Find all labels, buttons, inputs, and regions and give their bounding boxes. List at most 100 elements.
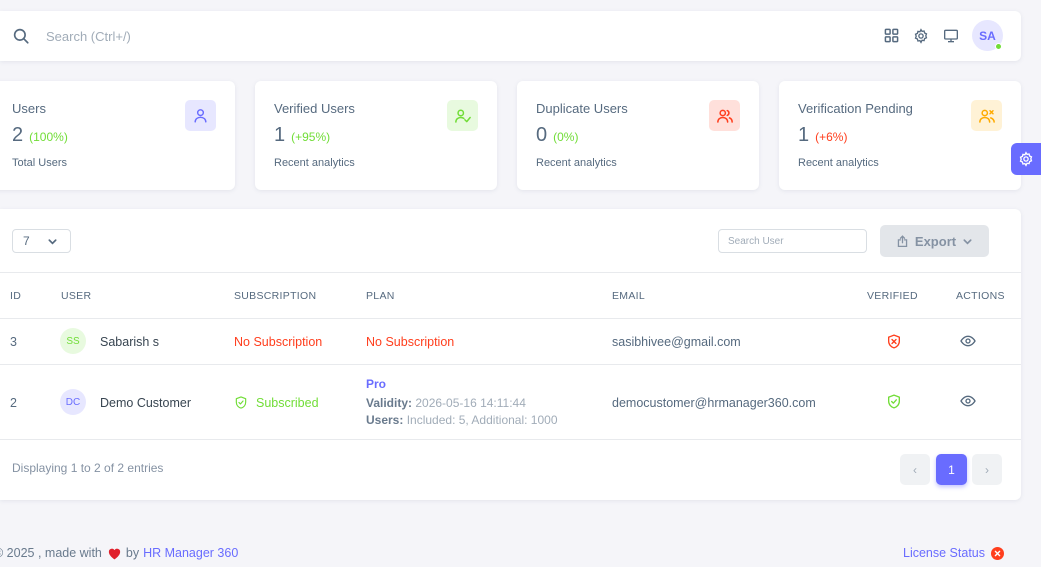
stat-icon-box xyxy=(709,100,740,131)
stat-value: 2 xyxy=(12,124,24,146)
stat-icon-box xyxy=(971,100,1002,131)
user-email: sasibhivee@gmail.com xyxy=(612,335,741,349)
footer-copyright: © 2025 , made with by HR Manager 360 xyxy=(0,546,238,560)
column-header-email[interactable]: EMAIL xyxy=(612,290,645,302)
stat-icon-box xyxy=(185,100,216,131)
plan-users: Users: Included: 5, Additional: 1000 xyxy=(366,413,558,427)
row-id: 3 xyxy=(10,335,17,349)
user-avatar-button[interactable]: SA xyxy=(972,20,1003,51)
heart-icon xyxy=(108,548,121,559)
stat-value-row: 0 (0%) xyxy=(536,124,578,147)
column-header-id[interactable]: ID xyxy=(10,290,21,302)
user-avatar: SS xyxy=(60,328,86,354)
divider xyxy=(0,318,1021,319)
user-pending-icon xyxy=(978,109,995,123)
stat-card-duplicate-users: Duplicate Users 0 (0%) Recent analytics xyxy=(517,81,759,190)
stat-value-row: 1 (+6%) xyxy=(798,124,847,147)
online-status-dot xyxy=(995,43,1002,50)
stat-title: Verification Pending xyxy=(798,101,913,116)
stat-value: 1 xyxy=(274,124,286,146)
stat-change: (100%) xyxy=(29,130,68,144)
footer-prefix: © 2025 , made with xyxy=(0,546,102,560)
column-header-user[interactable]: USER xyxy=(61,290,91,302)
theme-customizer-button[interactable] xyxy=(1011,143,1041,175)
users-value: Included: 5, Additional: 1000 xyxy=(406,413,558,427)
chevron-down-icon xyxy=(48,239,57,245)
export-button[interactable]: Export xyxy=(880,225,989,257)
users-table-card: 7 Export ID USER SUBSCRIPTION PLAN EMAIL… xyxy=(0,209,1021,500)
divider xyxy=(0,439,1021,440)
footer-by: by xyxy=(125,546,140,560)
grid-icon xyxy=(884,28,898,43)
export-label: Export xyxy=(914,233,957,249)
stat-icon-box xyxy=(447,100,478,131)
close-icon xyxy=(991,546,1004,560)
stat-subtitle: Recent analytics xyxy=(798,157,879,169)
table-info: Displaying 1 to 2 of 2 entries xyxy=(12,461,164,475)
user-email: democustomer@hrmanager360.com xyxy=(612,396,816,410)
stat-card-verification-pending: Verification Pending 1 (+6%) Recent anal… xyxy=(779,81,1021,190)
stat-card-users: Users 2 (100%) Total Users xyxy=(0,81,235,190)
user-avatar: DC xyxy=(60,389,86,415)
eye-icon[interactable] xyxy=(960,393,976,409)
stat-change: (+95%) xyxy=(291,130,331,144)
validity-label: Validity: xyxy=(366,396,413,410)
user-name[interactable]: Sabarish s xyxy=(100,335,159,349)
shield-check-icon xyxy=(888,394,900,409)
display-mode-button[interactable] xyxy=(936,21,966,51)
plan-value: No Subscription xyxy=(366,335,455,349)
user-name[interactable]: Demo Customer xyxy=(100,396,191,410)
column-header-actions: ACTIONS xyxy=(956,290,1005,302)
stat-change: (+6%) xyxy=(815,130,848,144)
subscription-label: Subscribed xyxy=(256,395,319,410)
gear-icon xyxy=(1019,151,1033,167)
pagination-page-1[interactable]: 1 xyxy=(936,454,967,485)
subscription-status: No Subscription xyxy=(234,335,323,349)
validity-value: 2026-05-16 14:11:44 xyxy=(415,396,526,410)
column-header-subscription[interactable]: SUBSCRIPTION xyxy=(234,290,316,302)
stat-subtitle: Total Users xyxy=(12,157,68,169)
search-icon xyxy=(13,28,29,44)
pagination-next-button[interactable]: › xyxy=(972,454,1002,485)
upload-icon xyxy=(897,234,908,247)
row-id: 2 xyxy=(10,396,17,410)
users-label: Users: xyxy=(366,413,404,427)
apps-button[interactable] xyxy=(876,21,906,51)
subscription-status: Subscribed xyxy=(234,395,319,410)
user-search-input[interactable] xyxy=(718,229,867,253)
stat-title: Duplicate Users xyxy=(536,101,628,116)
license-status-link[interactable]: License Status xyxy=(903,546,1004,560)
user-check-icon xyxy=(454,109,471,123)
stat-card-verified-users: Verified Users 1 (+95%) Recent analytics xyxy=(255,81,497,190)
navbar-actions: SA xyxy=(876,20,1003,51)
page-size-value: 7 xyxy=(23,234,30,248)
plan-validity: Validity: 2026-05-16 14:11:44 xyxy=(366,396,526,410)
global-search-input[interactable] xyxy=(46,26,346,46)
top-navbar: SA xyxy=(0,11,1021,61)
stat-subtitle: Recent analytics xyxy=(274,157,355,169)
stat-value-row: 2 (100%) xyxy=(12,124,68,147)
stat-value: 1 xyxy=(798,124,810,146)
settings-button[interactable] xyxy=(906,21,936,51)
stat-value-row: 1 (+95%) xyxy=(274,124,330,147)
gear-icon xyxy=(914,27,928,44)
stat-value: 0 xyxy=(536,124,548,146)
footer-brand-link[interactable]: HR Manager 360 xyxy=(143,546,238,560)
users-icon xyxy=(716,109,733,123)
divider xyxy=(0,272,1021,273)
avatar-initials: SA xyxy=(979,28,996,43)
shield-check-icon xyxy=(235,396,247,409)
monitor-icon xyxy=(944,29,958,42)
pagination-prev-button[interactable]: ‹ xyxy=(900,454,930,485)
column-header-verified[interactable]: VERIFIED xyxy=(867,290,918,302)
eye-icon[interactable] xyxy=(960,333,976,349)
stat-change: (0%) xyxy=(553,130,579,144)
shield-x-icon xyxy=(888,334,900,349)
plan-name: Pro xyxy=(366,377,387,391)
stat-subtitle: Recent analytics xyxy=(536,157,617,169)
divider xyxy=(0,364,1021,365)
user-icon xyxy=(194,109,207,123)
chevron-down-icon xyxy=(963,238,972,245)
page-size-select[interactable]: 7 xyxy=(12,229,71,253)
column-header-plan[interactable]: PLAN xyxy=(366,290,395,302)
